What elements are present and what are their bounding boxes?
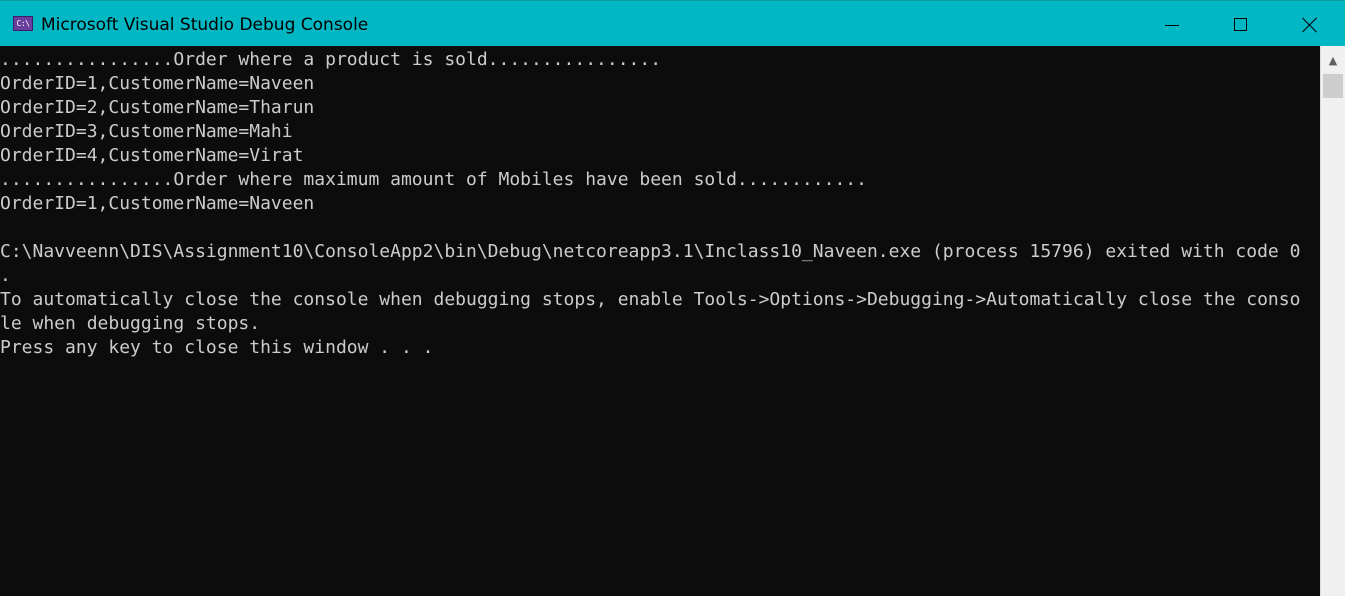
console-line-order-4: OrderID=4,CustomerName=Virat [0, 145, 304, 166]
console-line-order-1: OrderID=1,CustomerName=Naveen [0, 73, 315, 94]
close-icon [1302, 17, 1318, 33]
vertical-scrollbar[interactable]: ▲ [1320, 46, 1345, 596]
maximize-button[interactable] [1206, 1, 1276, 47]
console-line-auto-close-hint: To automatically close the console when … [0, 289, 1301, 310]
title-bar[interactable]: C:\ Microsoft Visual Studio Debug Consol… [0, 0, 1345, 46]
console-app-icon: C:\ [13, 16, 33, 31]
console-line-exit-path: C:\Navveenn\DIS\Assignment10\ConsoleApp2… [0, 241, 1301, 262]
console-line-press-any-key: Press any key to close this window . . . [0, 337, 434, 358]
console-line-header-mobiles: ................Order where maximum amou… [0, 169, 867, 190]
console-line-auto-close-hint-cont: le when debugging stops. [0, 313, 261, 334]
minimize-button[interactable] [1137, 1, 1207, 47]
console-line-exit-period: . [0, 265, 11, 286]
console-line-order-2: OrderID=2,CustomerName=Tharun [0, 97, 315, 118]
console-output[interactable]: ................Order where a product is… [0, 46, 1320, 596]
maximize-icon [1234, 18, 1247, 31]
scroll-thumb[interactable] [1323, 74, 1343, 98]
console-line-max-order: OrderID=1,CustomerName=Naveen [0, 193, 315, 214]
minimize-icon [1165, 25, 1179, 26]
console-line-order-3: OrderID=3,CustomerName=Mahi [0, 121, 293, 142]
console-line-header-sold: ................Order where a product is… [0, 49, 662, 70]
close-button[interactable] [1275, 1, 1345, 47]
scroll-up-arrow-icon[interactable]: ▲ [1321, 46, 1345, 74]
window-title: Microsoft Visual Studio Debug Console [41, 15, 369, 35]
debug-console-window: C:\ Microsoft Visual Studio Debug Consol… [0, 0, 1345, 596]
